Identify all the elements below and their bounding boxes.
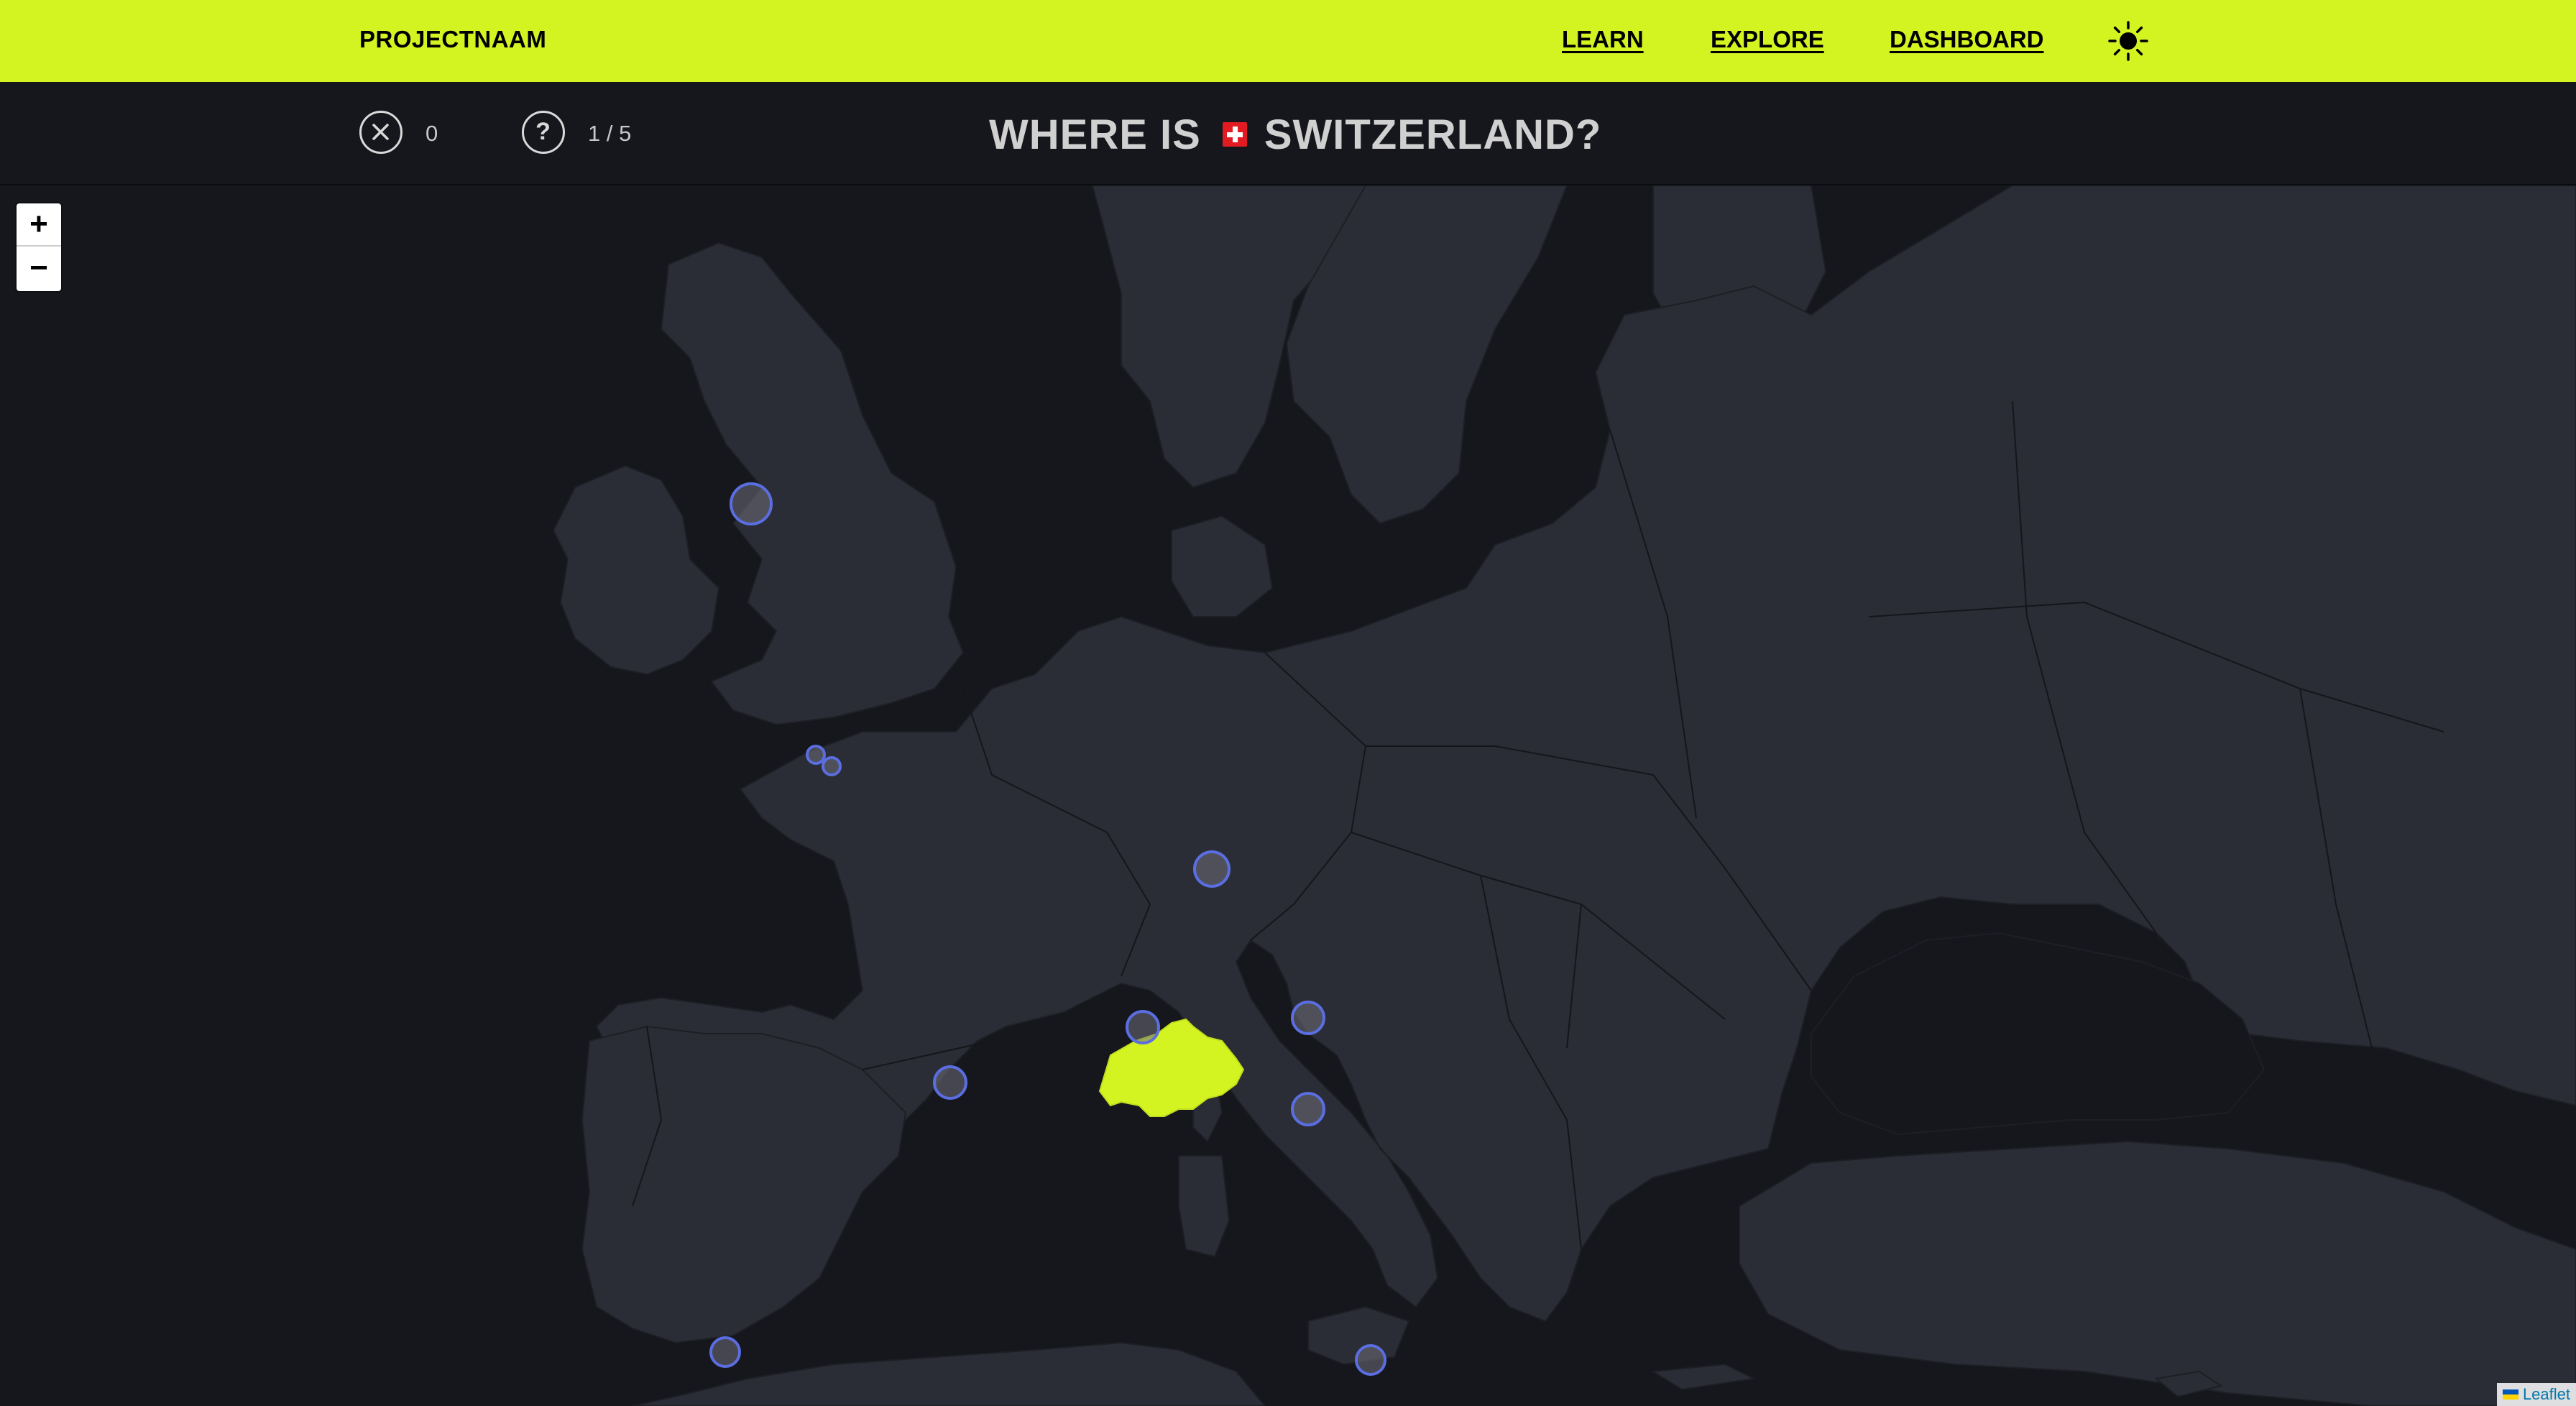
zoom-out-button[interactable]: − [17, 247, 61, 290]
attribution-link[interactable]: Leaflet [2523, 1385, 2570, 1404]
brand-logo[interactable]: PROJECTNAAM [359, 26, 546, 53]
ukraine-flag-icon [2502, 1389, 2518, 1400]
map-canvas[interactable]: + − Leaflet [0, 185, 2576, 1406]
guess-marker[interactable] [1193, 850, 1230, 888]
guess-marker[interactable] [1291, 1001, 1325, 1035]
guess-marker[interactable] [933, 1065, 967, 1100]
nav-dashboard[interactable]: DASHBOARD [1890, 26, 2044, 53]
guess-marker[interactable] [1355, 1344, 1386, 1376]
guess-marker[interactable] [730, 482, 773, 525]
guess-markers-layer [709, 482, 1386, 1376]
svg-text:?: ? [535, 118, 551, 145]
guess-marker[interactable] [822, 756, 842, 776]
zoom-in-button[interactable]: + [17, 203, 61, 247]
guess-marker[interactable] [806, 745, 826, 765]
question-progress: 1 / 5 [588, 121, 632, 146]
top-navigation: PROJECTNAAM LEARN EXPLORE DASHBOARD [0, 0, 2576, 82]
question-country: SWITZERLAND? [1264, 111, 1602, 158]
nav-explore[interactable]: EXPLORE [1711, 26, 1824, 53]
guess-marker[interactable] [1291, 1092, 1325, 1126]
wrong-count: 0 [426, 121, 438, 146]
swiss-flag-icon [1222, 122, 1247, 147]
question-title: WHERE IS SWITZERLAND? [989, 109, 1601, 160]
zoom-control: + − [17, 203, 61, 291]
nav-learn[interactable]: LEARN [1562, 26, 1644, 53]
sun-icon[interactable] [2107, 20, 2149, 62]
guess-marker[interactable] [709, 1336, 741, 1368]
guess-marker[interactable] [1126, 1010, 1160, 1044]
question-mark-icon[interactable]: ? [522, 111, 565, 154]
game-status-bar: 0 ? 1 / 5 WHERE IS SWITZERLAND? [0, 82, 2576, 185]
map-attribution[interactable]: Leaflet [2496, 1383, 2576, 1406]
wrong-answers-icon [359, 111, 402, 154]
question-prefix: WHERE IS [989, 111, 1201, 158]
